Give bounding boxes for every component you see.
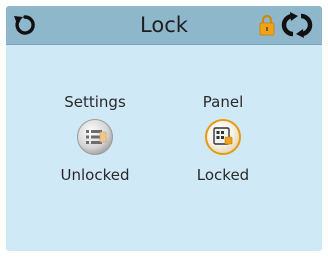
settings-status: Unlocked [60,166,130,184]
settings-list-icon [86,130,107,144]
refresh-icon[interactable] [281,11,313,39]
settings-lock-toggle-button[interactable] [76,118,114,156]
panel-keypad-icon [213,127,233,145]
settings-tile: Settings Unlocked [40,92,150,185]
padlock-icon [259,14,275,36]
header-bar: Lock [6,6,322,45]
panel-tile: Panel Locked [168,92,278,185]
panel-label: Panel [202,93,244,111]
panel-status: Locked [196,166,250,184]
panel-lock-toggle-button[interactable] [204,118,242,156]
settings-label: Settings [64,93,126,111]
lock-screen: Lock Settings Unlocked Panel Locked [6,6,322,251]
